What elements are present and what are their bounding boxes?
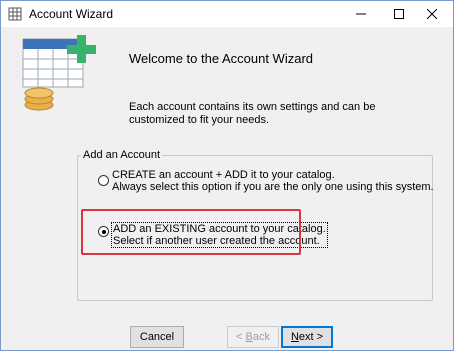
wizard-window: Account Wizard Welcome to the Account Wi… bbox=[0, 0, 454, 351]
next-button-suffix: > bbox=[313, 331, 324, 343]
back-button-prefix: < bbox=[236, 331, 246, 343]
create-account-option-title: CREATE an account + ADD it to your catal… bbox=[112, 169, 335, 181]
close-icon bbox=[427, 9, 437, 19]
add-account-group-label: Add an Account bbox=[81, 149, 163, 161]
back-button-label: ack bbox=[252, 331, 270, 343]
welcome-heading: Welcome to the Account Wizard bbox=[129, 51, 314, 66]
cancel-button-label: Cancel bbox=[139, 331, 175, 343]
wizard-description: Each account contains its own settings a… bbox=[129, 101, 376, 126]
create-account-option-text[interactable]: CREATE an account + ADD it to your catal… bbox=[112, 169, 434, 193]
spreadsheet-coins-icon bbox=[22, 35, 96, 111]
cancel-button[interactable]: Cancel bbox=[130, 326, 184, 348]
minimize-icon bbox=[356, 13, 366, 15]
app-icon bbox=[8, 7, 22, 21]
next-button-label: ext bbox=[298, 331, 314, 343]
create-account-option-hint: Always select this option if you are the… bbox=[112, 181, 434, 193]
next-button[interactable]: Next > bbox=[281, 326, 333, 348]
create-account-radio[interactable] bbox=[98, 175, 109, 186]
window-title: Account Wizard bbox=[29, 7, 114, 21]
back-button[interactable]: < Back bbox=[227, 326, 279, 348]
back-button-mnemonic: B bbox=[245, 331, 253, 343]
title-bar: Account Wizard bbox=[1, 1, 453, 27]
selection-highlight-box bbox=[81, 209, 301, 255]
maximize-icon bbox=[394, 9, 404, 19]
next-button-mnemonic: N bbox=[290, 331, 299, 343]
close-button[interactable] bbox=[409, 1, 454, 27]
